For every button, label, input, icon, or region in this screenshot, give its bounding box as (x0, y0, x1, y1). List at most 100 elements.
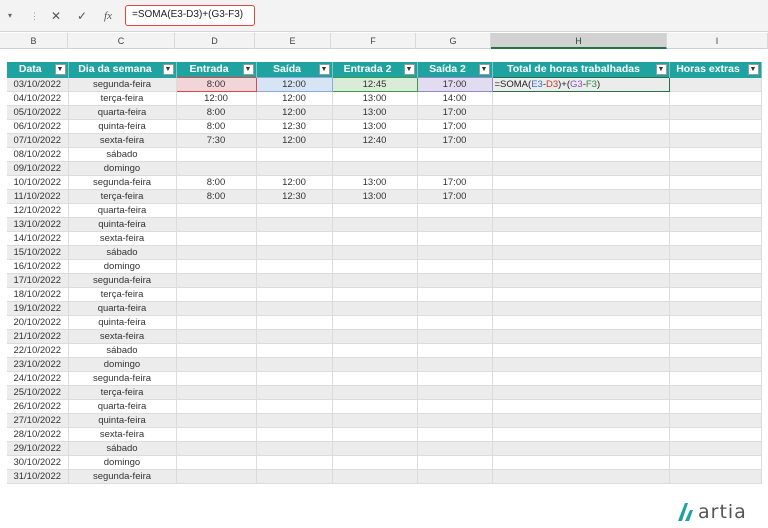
column-header-b[interactable]: B (0, 33, 68, 49)
cell-saida-2[interactable] (417, 217, 493, 232)
cell-dia-da-semana[interactable]: domingo (68, 357, 177, 372)
cell-saida-2[interactable] (417, 329, 493, 344)
cell-horas-extras[interactable] (669, 91, 762, 106)
cell-horas-extras[interactable] (669, 329, 762, 344)
cell-dia-da-semana[interactable]: segunda-feira (68, 175, 177, 190)
cell-saida-2[interactable] (417, 301, 493, 316)
cell-entrada[interactable] (176, 259, 257, 274)
cell-entrada[interactable] (176, 217, 257, 232)
cell-saida[interactable] (256, 259, 333, 274)
filter-dropdown-icon[interactable]: ▼ (242, 64, 254, 75)
cell-entrada-2[interactable]: 13:00 (332, 175, 418, 190)
cell-horas-extras[interactable] (669, 469, 762, 484)
column-header-i[interactable]: I (667, 33, 768, 49)
cell-saida[interactable] (256, 329, 333, 344)
cell-entrada-2[interactable] (332, 427, 418, 442)
cell-total-horas[interactable] (492, 357, 670, 372)
cell-saida-2[interactable]: 17:00 (417, 105, 493, 120)
filter-dropdown-icon[interactable]: ▼ (403, 64, 415, 75)
cell-saida[interactable]: 12:00 (255, 77, 333, 92)
cell-entrada-2[interactable] (332, 217, 418, 232)
cell-entrada[interactable] (176, 455, 257, 470)
cell-entrada-2[interactable] (332, 343, 418, 358)
cell-horas-extras[interactable] (669, 413, 762, 428)
cell-saida[interactable] (256, 301, 333, 316)
cell-saida[interactable] (256, 287, 333, 302)
cell-saida-2[interactable] (417, 161, 493, 176)
cell-entrada-2[interactable] (332, 203, 418, 218)
cell-data[interactable]: 08/10/2022 (7, 147, 69, 162)
cell-dia-da-semana[interactable]: terça-feira (68, 385, 177, 400)
cell-dia-da-semana[interactable]: terça-feira (68, 91, 177, 106)
cell-saida-2[interactable]: 17:00 (417, 175, 493, 190)
cell-total-horas[interactable] (492, 427, 670, 442)
cell-horas-extras[interactable] (669, 77, 762, 92)
cell-data[interactable]: 06/10/2022 (7, 119, 69, 134)
formula-input[interactable]: =SOMA(E3-D3)+(G3-F3) (125, 5, 255, 26)
cell-saida-2[interactable] (417, 273, 493, 288)
cell-total-horas[interactable] (492, 455, 670, 470)
cell-dia-da-semana[interactable]: sexta-feira (68, 231, 177, 246)
cell-entrada[interactable] (176, 147, 257, 162)
cell-saida[interactable] (256, 273, 333, 288)
cell-horas-extras[interactable] (669, 147, 762, 162)
cell-entrada-2[interactable] (332, 455, 418, 470)
cell-saida-2[interactable]: 17:00 (417, 133, 493, 148)
cell-entrada-2[interactable]: 13:00 (332, 119, 418, 134)
cell-saida-2[interactable] (417, 357, 493, 372)
cell-saida-2[interactable] (417, 441, 493, 456)
cancel-icon[interactable]: ✕ (46, 6, 66, 26)
cell-total-horas[interactable] (492, 399, 670, 414)
cell-total-horas[interactable] (492, 329, 670, 344)
cell-data[interactable]: 11/10/2022 (7, 189, 69, 204)
cell-data[interactable]: 05/10/2022 (7, 105, 69, 120)
cell-entrada[interactable]: 8:00 (176, 189, 257, 204)
cell-entrada[interactable]: 8:00 (176, 175, 257, 190)
cell-entrada-2[interactable]: 13:00 (332, 91, 418, 106)
cell-entrada-2[interactable] (332, 245, 418, 260)
cell-data[interactable]: 20/10/2022 (7, 315, 69, 330)
cell-data[interactable]: 07/10/2022 (7, 133, 69, 148)
cell-saida-2[interactable]: 14:00 (417, 91, 493, 106)
cell-entrada[interactable] (176, 371, 257, 386)
cell-data[interactable]: 23/10/2022 (7, 357, 69, 372)
cell-horas-extras[interactable] (669, 287, 762, 302)
cell-horas-extras[interactable] (669, 315, 762, 330)
cell-entrada-2[interactable]: 13:00 (332, 189, 418, 204)
column-header-c[interactable]: C (68, 33, 175, 49)
cell-dia-da-semana[interactable]: quarta-feira (68, 399, 177, 414)
cell-saida[interactable] (256, 245, 333, 260)
cell-entrada-2[interactable]: 13:00 (332, 105, 418, 120)
cell-saida-2[interactable] (417, 203, 493, 218)
cell-saida[interactable] (256, 441, 333, 456)
cell-saida[interactable] (256, 427, 333, 442)
cell-saida-2[interactable] (417, 371, 493, 386)
cell-entrada[interactable] (176, 315, 257, 330)
cell-entrada[interactable] (176, 441, 257, 456)
cell-total-horas[interactable] (492, 315, 670, 330)
cell-saida[interactable]: 12:00 (256, 91, 333, 106)
cell-data[interactable]: 21/10/2022 (7, 329, 69, 344)
cell-horas-extras[interactable] (669, 119, 762, 134)
cell-entrada-2[interactable] (332, 301, 418, 316)
cell-entrada[interactable] (176, 329, 257, 344)
cell-data[interactable]: 30/10/2022 (7, 455, 69, 470)
cell-horas-extras[interactable] (669, 357, 762, 372)
cell-dia-da-semana[interactable]: sexta-feira (68, 133, 177, 148)
cell-horas-extras[interactable] (669, 441, 762, 456)
cell-horas-extras[interactable] (669, 245, 762, 260)
cell-entrada-2[interactable] (332, 385, 418, 400)
cell-total-horas[interactable] (492, 273, 670, 288)
cell-data[interactable]: 10/10/2022 (7, 175, 69, 190)
cell-entrada-2[interactable] (332, 413, 418, 428)
cell-saida[interactable] (256, 469, 333, 484)
cell-data[interactable]: 27/10/2022 (7, 413, 69, 428)
filter-dropdown-icon[interactable]: ▼ (655, 64, 667, 75)
cell-entrada[interactable] (176, 399, 257, 414)
cell-entrada-2[interactable] (332, 161, 418, 176)
cell-total-horas[interactable] (492, 133, 670, 148)
cell-total-horas[interactable] (492, 119, 670, 134)
cell-data[interactable]: 22/10/2022 (7, 343, 69, 358)
cell-saida[interactable] (256, 315, 333, 330)
cell-horas-extras[interactable] (669, 133, 762, 148)
